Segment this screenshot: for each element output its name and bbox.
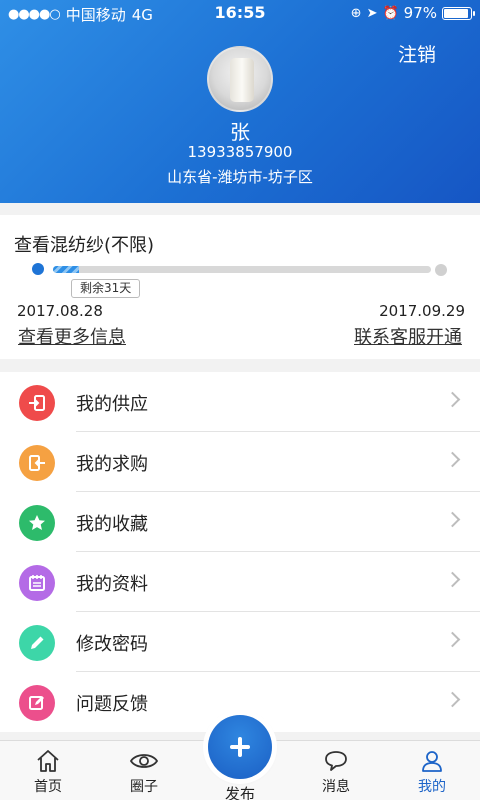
- profile-header: ●●●●○ 中国移动 4G 16:55 ⊕ ➤ ⏰ 97% 注销 张 13933…: [0, 0, 480, 203]
- logout-button[interactable]: 注销: [398, 40, 436, 67]
- battery-icon: [442, 6, 475, 20]
- nav-circle[interactable]: 圈子: [114, 749, 174, 796]
- start-date: 2017.08.28: [17, 302, 103, 320]
- chevron-right-icon: [444, 511, 461, 528]
- nav-mine[interactable]: 我的: [402, 749, 462, 796]
- nav-home-label: 首页: [34, 779, 62, 795]
- user-phone: 13933857900: [187, 143, 293, 161]
- subscription-card: 查看混纺纱(不限) 剩余31天 2017.08.28 2017.09.29 查看…: [0, 215, 480, 359]
- supply-icon: [19, 385, 55, 421]
- publish-label: 发布: [224, 785, 255, 800]
- subscription-title: 查看混纺纱(不限): [14, 235, 155, 256]
- status-bar: ●●●●○ 中国移动 4G 16:55 ⊕ ➤ ⏰ 97%: [0, 0, 480, 26]
- more-info-link[interactable]: 查看更多信息: [18, 323, 126, 349]
- progress-end-dot: [435, 264, 447, 276]
- nav-circle-label: 圈子: [130, 779, 158, 795]
- menu-list: 我的供应 我的求购 我的收藏 我的资料 修改密码 问题反馈: [0, 372, 480, 732]
- battery-percent: 97%: [403, 4, 437, 22]
- user-address: 山东省-潍坊市-坊子区: [167, 168, 313, 186]
- menu-item-favorites[interactable]: 我的收藏: [0, 492, 480, 552]
- subscription-progress: [53, 266, 431, 273]
- progress-fill: [53, 266, 80, 273]
- eye-icon: [129, 754, 159, 768]
- nav-mine-label: 我的: [418, 779, 446, 795]
- menu-item-label: 我的资料: [76, 574, 148, 595]
- nav-messages[interactable]: 消息: [306, 749, 366, 796]
- remaining-days-badge: 剩余31天: [71, 279, 141, 298]
- user-icon: [422, 751, 442, 772]
- progress-start-dot: [32, 263, 44, 275]
- chevron-right-icon: [444, 451, 461, 468]
- alarm-icon: ⏰: [382, 5, 399, 21]
- contact-service-link[interactable]: 联系客服开通: [354, 323, 462, 349]
- menu-item-label: 修改密码: [76, 634, 148, 655]
- chevron-right-icon: [444, 691, 461, 708]
- star-icon: [19, 505, 55, 541]
- user-name: 张: [230, 120, 250, 144]
- menu-item-purchase[interactable]: 我的求购: [0, 432, 480, 492]
- location-icon: ➤: [366, 5, 378, 21]
- purchase-icon: [19, 445, 55, 481]
- home-icon: [37, 750, 59, 772]
- end-date: 2017.09.29: [379, 302, 465, 320]
- chevron-right-icon: [444, 391, 461, 408]
- chevron-right-icon: [444, 631, 461, 648]
- menu-item-profile[interactable]: 我的资料: [0, 552, 480, 612]
- nav-messages-label: 消息: [322, 779, 350, 795]
- menu-item-supply[interactable]: 我的供应: [0, 372, 480, 432]
- menu-item-label: 我的收藏: [76, 514, 148, 535]
- message-icon: [325, 751, 347, 771]
- publish-button[interactable]: [208, 715, 272, 779]
- menu-item-label: 我的供应: [76, 394, 148, 415]
- profile-icon: [19, 565, 55, 601]
- chevron-right-icon: [444, 571, 461, 588]
- menu-item-change-password[interactable]: 修改密码: [0, 612, 480, 672]
- pencil-icon: [19, 625, 55, 661]
- lock-rotation-icon: ⊕: [350, 5, 362, 21]
- nav-home[interactable]: 首页: [18, 749, 78, 796]
- menu-item-label: 我的求购: [76, 454, 148, 475]
- avatar[interactable]: [207, 46, 273, 112]
- menu-item-label: 问题反馈: [76, 694, 148, 715]
- feedback-icon: [19, 685, 55, 721]
